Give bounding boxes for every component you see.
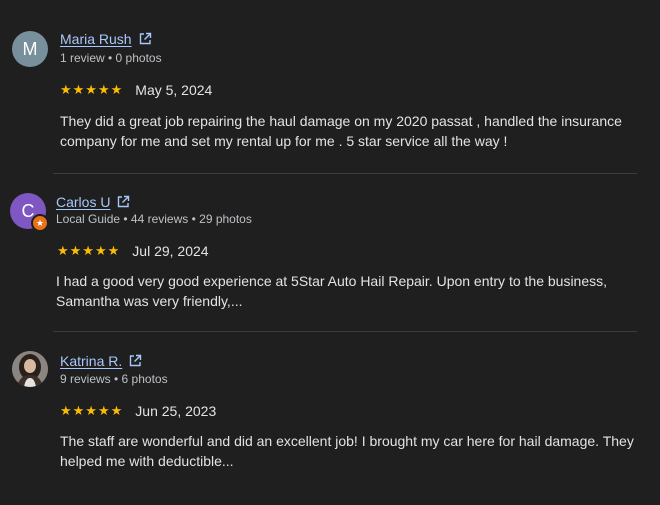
review-date: May 5, 2024 (135, 82, 213, 98)
review-text: I had a good very good experience at 5St… (56, 273, 608, 309)
star-rating: ★★★★★ (57, 243, 121, 258)
review-text: The staff are wonderful and did an excel… (60, 433, 634, 469)
review-date: Jun 25, 2023 (135, 403, 217, 419)
reviewer-name[interactable]: Katrina R. (60, 353, 122, 369)
divider (53, 331, 637, 332)
local-guide-star-icon: ★ (31, 214, 49, 232)
avatar[interactable] (12, 351, 48, 387)
star-rating: ★★★★★ (60, 82, 124, 97)
avatar-initial: M (22, 38, 38, 59)
reviewer-name[interactable]: Carlos U (56, 194, 110, 210)
avatar[interactable]: C ★ (10, 193, 49, 232)
external-link-icon[interactable] (116, 195, 130, 209)
review-date: Jul 29, 2024 (132, 243, 209, 259)
external-link-icon[interactable] (128, 354, 142, 368)
reviewer-name[interactable]: Maria Rush (60, 31, 132, 47)
star-rating: ★★★★★ (60, 403, 124, 418)
reviewer-meta: 9 reviews • 6 photos (60, 372, 168, 386)
reviewer-meta: Local Guide • 44 reviews • 29 photos (56, 212, 252, 226)
avatar[interactable]: M (12, 31, 48, 67)
review-text: They did a great job repairing the haul … (60, 113, 622, 149)
reviewer-meta: 1 review • 0 photos (60, 51, 162, 65)
external-link-icon[interactable] (138, 32, 152, 46)
divider (53, 173, 637, 174)
profile-photo (12, 351, 48, 387)
